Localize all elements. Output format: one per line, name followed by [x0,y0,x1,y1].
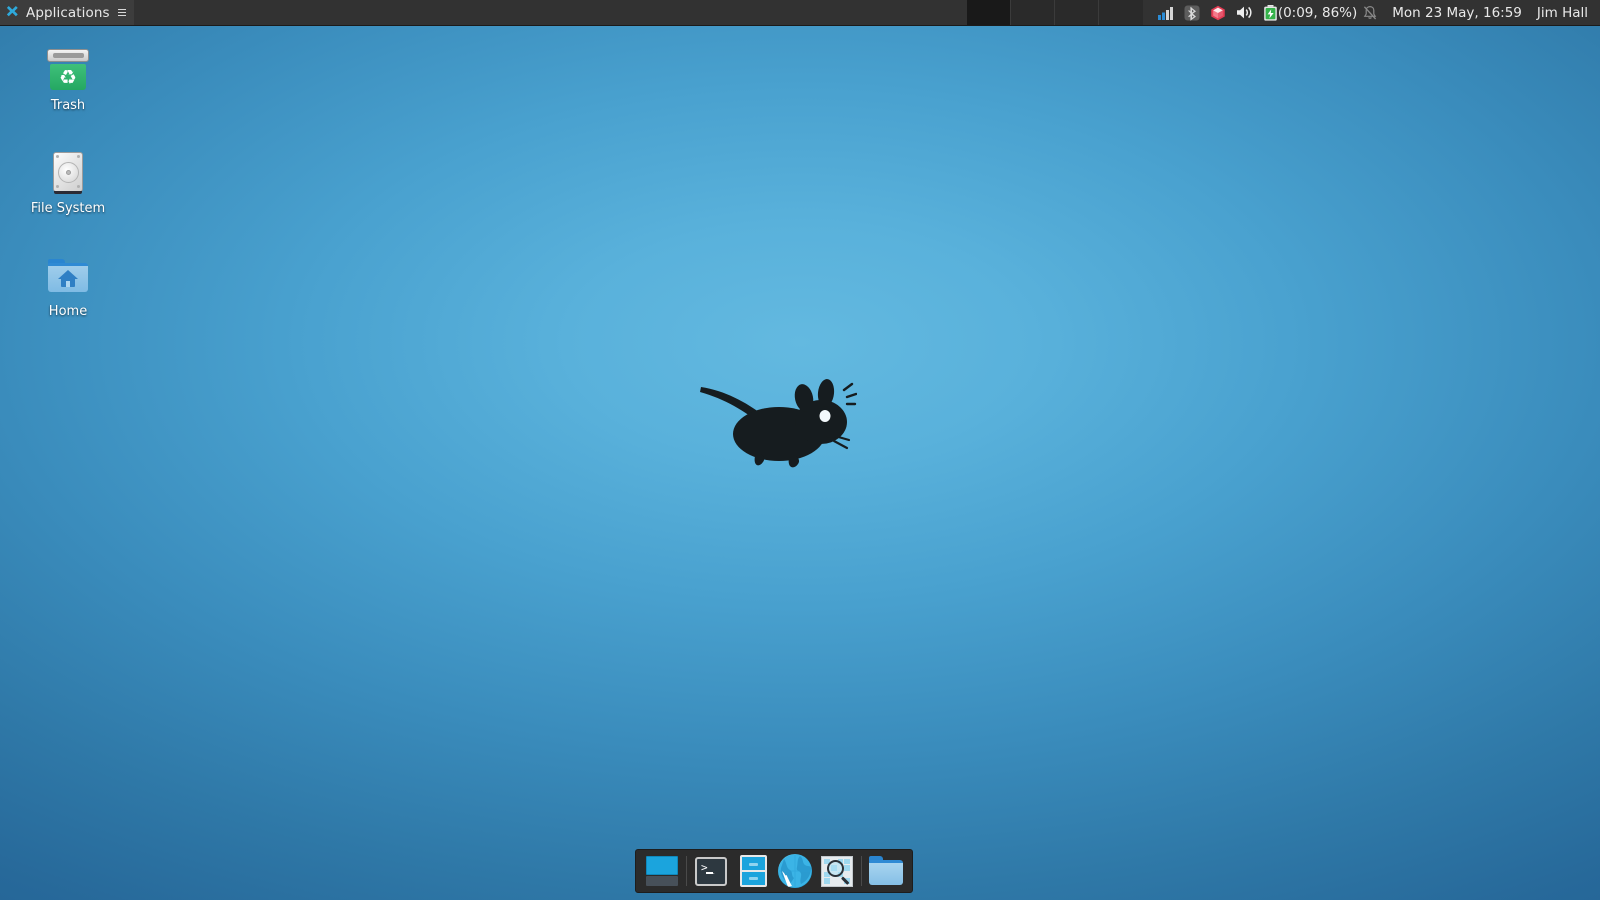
trash-bin-icon: ♻ [44,45,92,93]
package-box-icon-svg [1210,5,1226,21]
dock-panel: >_ [635,849,913,893]
finder-cell [844,865,850,871]
dock-separator-1 [686,856,687,886]
terminal-cursor [706,872,713,874]
desktop-icon-home[interactable]: Home [20,251,116,319]
bluetooth-icon-svg [1184,5,1200,21]
desktop-icon-label-home: Home [49,304,87,319]
notifications-icon[interactable] [1357,0,1383,25]
software-updater-icon[interactable] [1205,0,1231,25]
dock-item-show-desktop[interactable] [643,852,681,890]
applications-menu-button[interactable]: Applications [0,0,134,25]
dock-item-terminal[interactable]: >_ [692,852,730,890]
file-cabinet-icon [740,855,767,887]
hamburger-icon [118,9,126,16]
magnifier-grid-icon [821,856,853,887]
bluetooth-icon[interactable] [1179,0,1205,25]
signal-bars-icon-svg [1158,6,1174,20]
dock-folder-body [869,860,903,885]
dock-item-file-folder[interactable] [867,852,905,890]
cabinet-handle-bottom [749,877,758,880]
finder-cell [844,859,850,865]
hdd-spindle [66,170,71,175]
trash-body: ♻ [50,64,86,90]
xfce-mouse-logo [697,378,857,470]
terminal-icon: >_ [695,857,727,886]
finder-cell [844,872,850,878]
cabinet-divider [742,870,765,872]
trash-lid [47,49,89,62]
globe-icon-svg [778,854,812,888]
workspace-switcher[interactable] [967,0,1143,25]
show-desktop-icon [646,856,678,886]
clock[interactable]: Mon 23 May, 16:59 [1383,0,1531,25]
workspace-cell-3[interactable] [1055,0,1099,25]
recycle-glyph: ♻ [59,67,77,87]
folder-icon [869,856,903,886]
applications-label: Applications [26,5,110,21]
bell-muted-icon-svg [1362,5,1378,21]
desktop-root[interactable]: Applications [0,0,1600,900]
user-menu-button[interactable]: Jim Hall [1531,0,1596,25]
globe-icon [778,854,812,888]
clock-label: Mon 23 May, 16:59 [1392,5,1522,21]
desktop-icon-label-file-system: File System [31,201,105,216]
xfce-mouse-icon [5,5,20,20]
volume-icon[interactable] [1231,0,1258,25]
hdd-body [53,152,83,192]
dock-item-file-manager[interactable] [734,852,772,890]
xfce-mouse-icon-svg [5,5,20,20]
show-desktop-screen [646,856,678,875]
top-panel: Applications [0,0,1600,26]
hard-disk-icon [44,148,92,196]
system-tray: (0:09, 86%) Mon 23 May, 16:59 Jim Hall [1153,0,1600,25]
workspace-cell-1[interactable] [967,0,1011,25]
hdd-screw-tl [56,155,59,158]
battery-status-label: (0:09, 86%) [1278,5,1357,21]
hdd-screw-br [77,185,80,188]
workspace-cell-2[interactable] [1011,0,1055,25]
battery-icon[interactable]: (0:09, 86%) [1258,0,1357,25]
desktop-icon-trash[interactable]: ♻ Trash [20,45,116,113]
hdd-screw-bl [56,185,59,188]
folder-body [48,263,88,292]
finder-cell [824,878,830,884]
user-name-label: Jim Hall [1537,5,1588,21]
house-door [66,281,70,287]
desktop-icon-label-trash: Trash [51,98,85,113]
show-desktop-base [646,876,678,886]
magnifier-lens [827,860,844,877]
battery-charging-icon-svg [1263,5,1278,21]
dock-item-application-finder[interactable] [818,852,856,890]
network-signal-icon[interactable] [1153,0,1179,25]
workspace-cell-4[interactable] [1099,0,1143,25]
hdd-screw-tr [77,155,80,158]
dock-separator-2 [861,856,862,886]
speaker-icon-svg [1236,5,1253,20]
desktop-icon-file-system[interactable]: File System [20,148,116,216]
cabinet-handle-top [749,863,758,866]
finder-cell [831,878,837,884]
dock-item-web-browser[interactable] [776,852,814,890]
house-icon [58,270,78,288]
home-folder-icon [44,251,92,299]
